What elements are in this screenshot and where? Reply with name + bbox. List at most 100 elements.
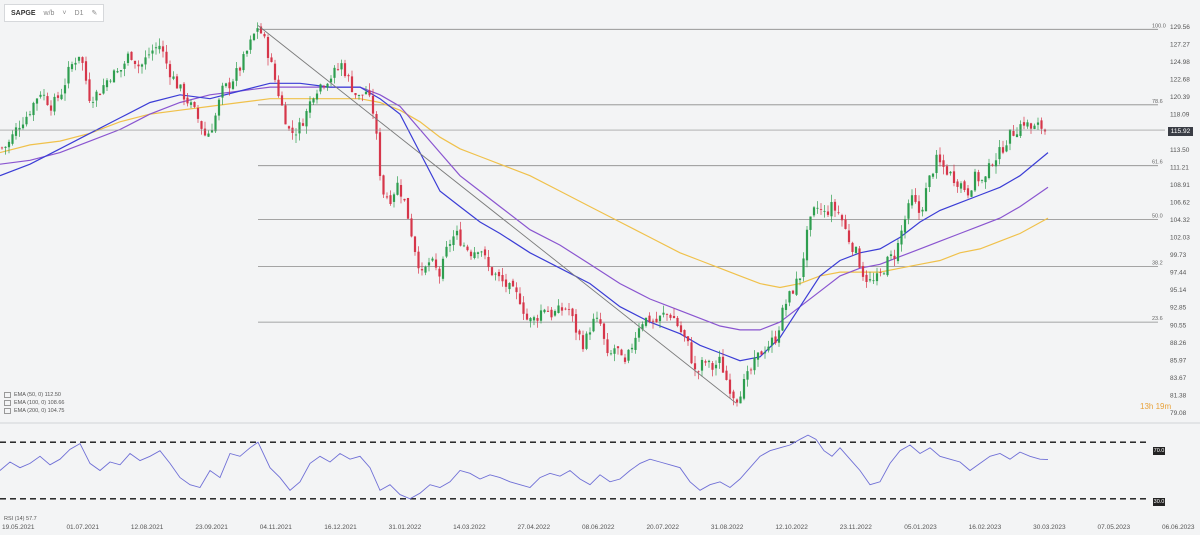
fib-level-label: 50.0	[1152, 214, 1163, 220]
time-tick-label: 14.03.2022	[453, 524, 486, 531]
candle-body	[637, 328, 641, 338]
price-tick-label: 124.98	[1170, 59, 1190, 66]
candle-body	[18, 127, 21, 130]
edit-icon[interactable]: ✎	[91, 9, 97, 17]
candle-body	[697, 371, 700, 373]
settings-icon[interactable]	[4, 400, 11, 406]
candle-body	[14, 127, 18, 136]
candle-body	[686, 336, 690, 342]
candle-body	[630, 347, 634, 350]
candle-body	[991, 164, 994, 166]
candle-body	[700, 359, 704, 371]
candle-body	[214, 115, 217, 132]
candle-body	[119, 70, 123, 72]
period-selector[interactable]: D1	[75, 10, 84, 17]
candle-body	[305, 111, 308, 127]
candle-countdown: 13h 19m	[1140, 402, 1172, 411]
candle-body	[543, 309, 546, 313]
indicator-legend: EMA (50, 0) 112.50 EMA (100, 0) 108.66 E…	[4, 391, 64, 415]
candle-body	[403, 198, 406, 201]
candle-body	[431, 258, 434, 261]
candle-body	[662, 312, 665, 315]
candle-body	[165, 51, 168, 64]
rsi-label: RSI (14) 57.7	[4, 516, 37, 522]
candle-body	[294, 134, 298, 136]
candle-body	[504, 279, 508, 287]
candle-body	[354, 93, 357, 96]
candle-body	[350, 76, 354, 93]
price-tick-label: 92.85	[1170, 305, 1187, 312]
price-chart[interactable]: 100.0 78.6 61.6 50.0 38.2 23.6 129.56 127.27 12…	[0, 0, 1200, 535]
candle-body	[508, 283, 511, 290]
price-tick-label: 102.03	[1170, 235, 1190, 242]
candle-body	[532, 317, 536, 321]
candle-body	[511, 280, 515, 287]
rsi-legend[interactable]: RSI (14) 57.7	[4, 516, 37, 522]
candle-body	[949, 171, 952, 174]
candle-body	[844, 219, 847, 229]
candle-body	[1015, 134, 1019, 138]
candle-body	[581, 335, 585, 350]
candle-body	[571, 308, 574, 317]
time-tick-label: 30.03.2023	[1033, 524, 1066, 531]
candle-body	[938, 154, 942, 163]
candle-body	[137, 64, 140, 67]
candle-body	[522, 302, 525, 314]
settings-icon[interactable]	[4, 408, 11, 414]
candle-body	[812, 207, 816, 216]
candle-body	[616, 346, 620, 349]
candle-body	[7, 141, 11, 148]
fib-level-label: 78.6	[1152, 99, 1163, 105]
candle-body	[987, 163, 991, 179]
candle-body	[798, 278, 802, 281]
symbol-toolbar[interactable]: SAPGE w/b ˅ D1 ✎	[4, 4, 105, 22]
price-tick-label: 122.68	[1170, 77, 1190, 84]
candle-body	[35, 98, 39, 104]
candle-body	[287, 126, 291, 129]
candle-body	[613, 348, 616, 354]
candle-body	[935, 154, 938, 174]
candle-body	[459, 229, 462, 246]
chevron-down-icon[interactable]: ˅	[62, 10, 66, 17]
fib-level-label: 61.6	[1152, 160, 1163, 166]
candle-body	[0, 147, 4, 149]
candle-body	[357, 94, 361, 96]
candle-body	[487, 256, 490, 268]
candle-body	[392, 194, 396, 202]
candle-body	[553, 311, 557, 316]
candle-body	[1012, 131, 1015, 136]
legend-item[interactable]: EMA (100, 0) 108.66	[4, 399, 64, 407]
candle-body	[655, 318, 658, 322]
candle-body	[739, 396, 742, 404]
candle-body	[746, 371, 749, 380]
candle-body	[280, 95, 284, 106]
price-tick-label: 79.08	[1170, 410, 1187, 417]
candle-body	[217, 99, 221, 116]
price-tick-label: 88.26	[1170, 340, 1187, 347]
fib-level-label: 100.0	[1152, 23, 1166, 29]
candle-body	[921, 209, 924, 212]
legend-label: EMA (50, 0) 112.50	[14, 392, 61, 398]
candle-body	[49, 105, 53, 111]
candle-body	[998, 147, 1001, 160]
candle-body	[672, 315, 676, 319]
settings-icon[interactable]	[4, 392, 11, 398]
candle-body	[371, 95, 375, 114]
candle-body	[25, 116, 28, 125]
candle-body	[102, 85, 105, 94]
candle-body	[21, 124, 25, 129]
candle-body	[95, 91, 98, 101]
candle-body	[973, 171, 977, 191]
candle-body	[781, 307, 784, 331]
candle-body	[63, 85, 67, 94]
legend-item[interactable]: EMA (200, 0) 104.75	[4, 407, 64, 415]
candle-body	[231, 81, 235, 89]
candle-body	[168, 64, 172, 78]
candle-body	[361, 94, 364, 96]
candle-body	[809, 216, 812, 230]
legend-item[interactable]: EMA (50, 0) 112.50	[4, 391, 64, 399]
candle-body	[774, 336, 777, 344]
interval-selector[interactable]: w/b	[44, 10, 55, 17]
symbol-label[interactable]: SAPGE	[11, 10, 36, 17]
candle-body	[585, 333, 588, 349]
